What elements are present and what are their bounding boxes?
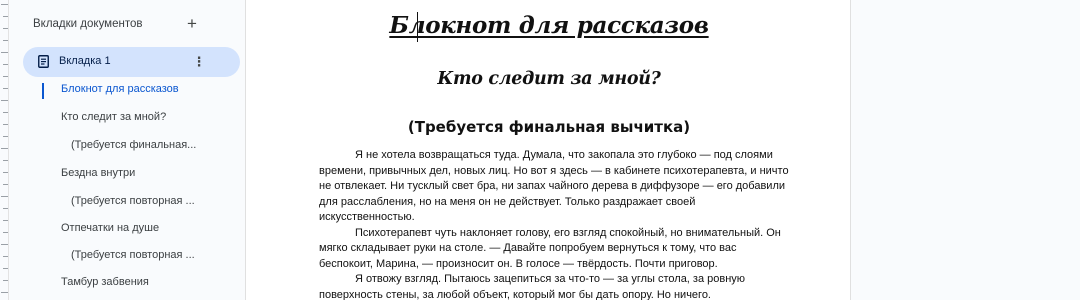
- ruler-tick: [3, 112, 8, 113]
- ruler-tick: [1, 52, 8, 53]
- ruler-tick: [3, 256, 8, 257]
- vertical-ruler[interactable]: [0, 0, 9, 300]
- ruler-tick: [3, 208, 8, 209]
- ruler-tick: [3, 40, 8, 41]
- document-body: Я не хотела возвращаться туда. Думала, ч…: [319, 148, 789, 300]
- document-tabs-sidebar: Вкладки документов + Вкладка 1 ⋮ Блокнот…: [9, 0, 244, 300]
- outline-item-final-proofread[interactable]: (Требуется финальная...: [71, 139, 236, 151]
- ruler-tick: [3, 268, 8, 269]
- ruler-tick: [1, 196, 8, 197]
- tab-item-1[interactable]: Вкладка 1 ⋮: [23, 47, 240, 77]
- ruler-tick: [3, 232, 8, 233]
- ruler-tick: [3, 124, 8, 125]
- ruler-tick: [3, 172, 8, 173]
- document-page[interactable]: Блокнот для рассказов Кто следит за мной…: [245, 0, 851, 300]
- ruler-tick: [3, 160, 8, 161]
- ruler-tick: [1, 244, 8, 245]
- ruler-tick: [3, 88, 8, 89]
- paragraph: Я отвожу взгляд. Пытаюсь зацепиться за ч…: [319, 273, 746, 300]
- text-cursor: [417, 12, 418, 42]
- ruler-tick: [3, 64, 8, 65]
- ruler-tick: [1, 292, 8, 293]
- ruler-tick: [1, 148, 8, 149]
- more-options-button[interactable]: ⋮: [191, 52, 207, 72]
- ruler-tick: [3, 16, 8, 17]
- ruler-tick: [3, 28, 8, 29]
- sidebar-title: Вкладки документов: [33, 18, 143, 30]
- sidebar-header: Вкладки документов +: [9, 0, 244, 52]
- outline-item-repeat-proofread-2[interactable]: (Требуется повторная ...: [71, 249, 236, 261]
- status-heading: (Требуется финальная вычитка): [407, 118, 691, 136]
- document-icon: [38, 55, 49, 68]
- tab-label: Вкладка 1: [59, 55, 111, 67]
- document-title: Блокнот для рассказов: [389, 12, 709, 39]
- add-tab-button[interactable]: +: [184, 14, 200, 34]
- outline-item-notebook[interactable]: Блокнот для рассказов: [61, 83, 231, 95]
- outline-item-soul-imprints[interactable]: Отпечатки на душе: [61, 222, 231, 234]
- ruler-tick: [3, 76, 8, 77]
- paragraph: Психотерапевт чуть наклоняет голову, его…: [319, 226, 781, 270]
- outline-item-abyss-within[interactable]: Бездна внутри: [61, 167, 231, 179]
- outline-item-repeat-proofread-1[interactable]: (Требуется повторная ...: [71, 195, 236, 207]
- ruler-tick: [3, 136, 8, 137]
- ruler-tick: [1, 4, 8, 5]
- paragraph: Я не хотела возвращаться туда. Думала, ч…: [319, 149, 789, 223]
- ruler-tick: [3, 280, 8, 281]
- active-outline-indicator: [42, 83, 44, 99]
- ruler-tick: [1, 100, 8, 101]
- ruler-tick: [3, 220, 8, 221]
- story-heading: Кто следит за мной?: [437, 69, 661, 89]
- outline-item-who-watches[interactable]: Кто следит за мной?: [61, 111, 231, 123]
- ruler-tick: [3, 184, 8, 185]
- outline-item-oblivion-vestibule[interactable]: Тамбур забвения: [61, 276, 231, 288]
